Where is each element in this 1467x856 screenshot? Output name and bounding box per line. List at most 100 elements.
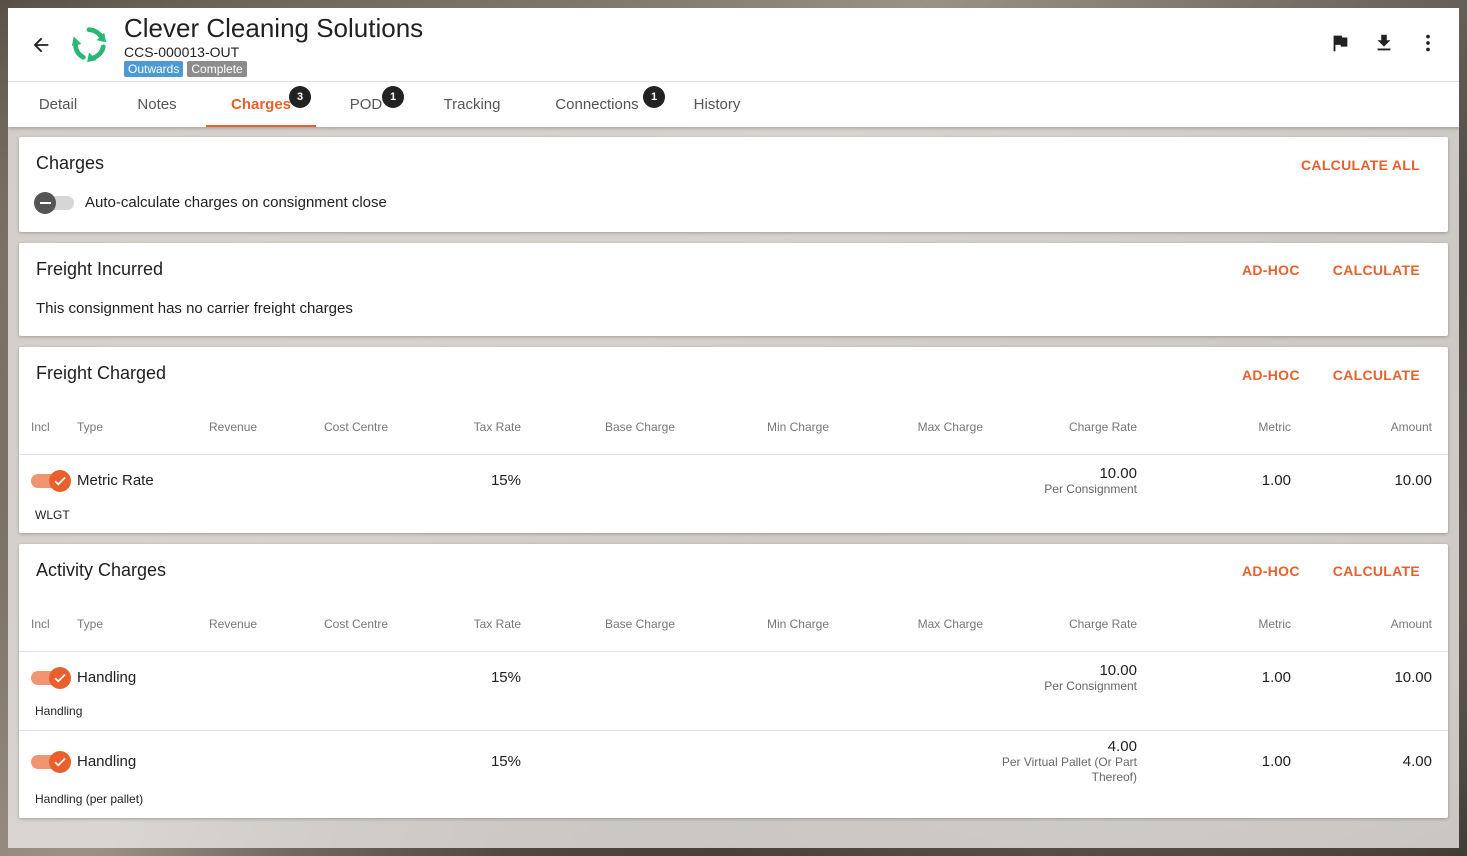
freight-charged-calculate-button[interactable]: CALCULATE (1333, 367, 1420, 383)
col-revenue: Revenue (209, 617, 258, 631)
recycle-logo-icon (71, 27, 107, 63)
freight-incurred-calculate-button[interactable]: CALCULATE (1333, 262, 1420, 278)
col-min-charge: Min Charge (766, 420, 829, 434)
connections-count-badge: 1 (643, 86, 665, 108)
title-block: Clever Cleaning Solutions CCS-000013-OUT… (124, 13, 423, 77)
include-toggle[interactable] (31, 667, 71, 689)
col-max-charge: Max Charge (917, 617, 983, 631)
col-cost-centre: Cost Centre (324, 420, 389, 434)
check-icon (54, 476, 66, 486)
back-button[interactable] (28, 32, 54, 58)
row-tag: Handling (per pallet) (35, 792, 144, 806)
activity-charges-adhoc-button[interactable]: AD-HOC (1242, 563, 1300, 579)
charges-count-badge: 3 (289, 86, 311, 108)
table-row: Metric Rate 15% 10.00 Per Consignment 1.… (19, 455, 1448, 533)
tab-bar: Detail Notes Charges 3 POD 1 Tracking Co… (8, 81, 1459, 127)
row-metric: 1.00 (1261, 472, 1291, 489)
row-charge-rate: 4.00 Per Virtual Pallet (Or Part Thereof… (1001, 738, 1137, 784)
row-tax-rate: 15% (490, 753, 521, 770)
activity-charges-card: Activity Charges AD-HOC CALCULATE Incl T… (19, 544, 1448, 818)
col-charge-rate: Charge Rate (1068, 617, 1137, 631)
check-icon (54, 757, 66, 767)
minus-icon (34, 191, 56, 214)
row-type: Handling (77, 669, 137, 686)
col-type: Type (77, 617, 104, 631)
col-cost-centre: Cost Centre (324, 617, 389, 631)
col-amount: Amount (1390, 420, 1432, 434)
include-toggle[interactable] (31, 751, 71, 773)
table-row: Handling 15% 10.00 Per Consignment 1.00 … (19, 652, 1448, 730)
tab-history[interactable]: History (666, 82, 768, 127)
tab-detail[interactable]: Detail (8, 82, 108, 127)
row-metric: 1.00 (1261, 753, 1291, 770)
freight-charged-table-header: Incl Type Revenue Cost Centre Tax Rate B… (19, 420, 1448, 442)
row-charge-rate: 10.00 Per Consignment (1044, 465, 1137, 496)
status-badge: Complete (187, 61, 247, 77)
freight-charged-card: Freight Charged AD-HOC CALCULATE Incl Ty… (19, 347, 1448, 533)
download-icon (1377, 34, 1391, 51)
more-options-button[interactable] (1417, 32, 1439, 54)
col-incl: Incl (31, 617, 50, 631)
row-rate-unit: Per Consignment (1044, 482, 1137, 496)
col-charge-rate: Charge Rate (1068, 420, 1137, 434)
auto-calculate-label: Auto-calculate charges on consignment cl… (85, 194, 387, 211)
freight-incurred-title: Freight Incurred (36, 259, 164, 279)
col-min-charge: Min Charge (766, 617, 829, 631)
tab-tracking[interactable]: Tracking (416, 82, 528, 127)
flag-icon (1333, 35, 1348, 52)
app-frame: Clever Cleaning Solutions CCS-000013-OUT… (8, 8, 1459, 848)
row-type: Handling (77, 753, 137, 770)
col-base-charge: Base Charge (604, 617, 675, 631)
freight-incurred-adhoc-button[interactable]: AD-HOC (1242, 262, 1300, 278)
auto-calculate-toggle[interactable] (34, 191, 74, 214)
row-tax-rate: 15% (490, 669, 521, 686)
row-charge-rate: 10.00 Per Consignment (1044, 662, 1137, 693)
row-amount: 10.00 (1394, 472, 1432, 489)
flag-button[interactable] (1329, 32, 1351, 54)
activity-charges-calculate-button[interactable]: CALCULATE (1333, 563, 1420, 579)
row-type: Metric Rate (77, 472, 154, 489)
check-icon (54, 673, 66, 683)
col-incl: Incl (31, 420, 50, 434)
freight-incurred-empty-text: This consignment has no carrier freight … (36, 300, 353, 317)
freight-charged-title: Freight Charged (36, 363, 167, 383)
more-vert-icon (1426, 34, 1430, 52)
charges-title: Charges (36, 153, 105, 173)
freight-incurred-card: Freight Incurred AD-HOC CALCULATE This c… (19, 243, 1448, 336)
col-tax-rate: Tax Rate (473, 617, 521, 631)
download-button[interactable] (1373, 32, 1395, 54)
direction-badge: Outwards (124, 61, 184, 77)
charges-card: Charges CALCULATE ALL Auto-calculate cha… (19, 137, 1448, 232)
page-title: Clever Cleaning Solutions (124, 13, 424, 43)
tab-charges[interactable]: Charges 3 (206, 82, 316, 127)
row-amount: 10.00 (1394, 669, 1432, 686)
arrow-left-icon (33, 37, 49, 53)
tab-pod[interactable]: POD 1 (316, 82, 416, 127)
pod-count-badge: 1 (382, 86, 404, 108)
row-tag: WLGT (35, 508, 70, 522)
activity-charges-title: Activity Charges (36, 560, 167, 580)
col-amount: Amount (1390, 617, 1432, 631)
row-amount: 4.00 (1402, 753, 1432, 770)
tab-connections[interactable]: Connections 1 (528, 82, 666, 127)
table-row: Handling 15% 4.00 Per Virtual Pallet (Or… (19, 731, 1448, 818)
col-tax-rate: Tax Rate (473, 420, 521, 434)
row-rate-unit-cont: Thereof) (1091, 770, 1137, 784)
col-max-charge: Max Charge (917, 420, 983, 434)
col-revenue: Revenue (209, 420, 258, 434)
calculate-all-button[interactable]: CALCULATE ALL (1301, 157, 1420, 173)
tab-notes[interactable]: Notes (108, 82, 206, 127)
consignment-id: CCS-000013-OUT (124, 44, 240, 60)
col-metric: Metric (1258, 617, 1291, 631)
activity-charges-table-header: Incl Type Revenue Cost Centre Tax Rate B… (19, 617, 1448, 639)
col-base-charge: Base Charge (604, 420, 675, 434)
col-metric: Metric (1258, 420, 1291, 434)
row-metric: 1.00 (1261, 669, 1291, 686)
include-toggle[interactable] (31, 470, 71, 492)
row-tag: Handling (35, 704, 83, 718)
row-rate-unit: Per Virtual Pallet (Or Part (1001, 755, 1137, 769)
header: Clever Cleaning Solutions CCS-000013-OUT… (8, 8, 1459, 81)
row-tax-rate: 15% (490, 472, 521, 489)
col-type: Type (77, 420, 104, 434)
freight-charged-adhoc-button[interactable]: AD-HOC (1242, 367, 1300, 383)
